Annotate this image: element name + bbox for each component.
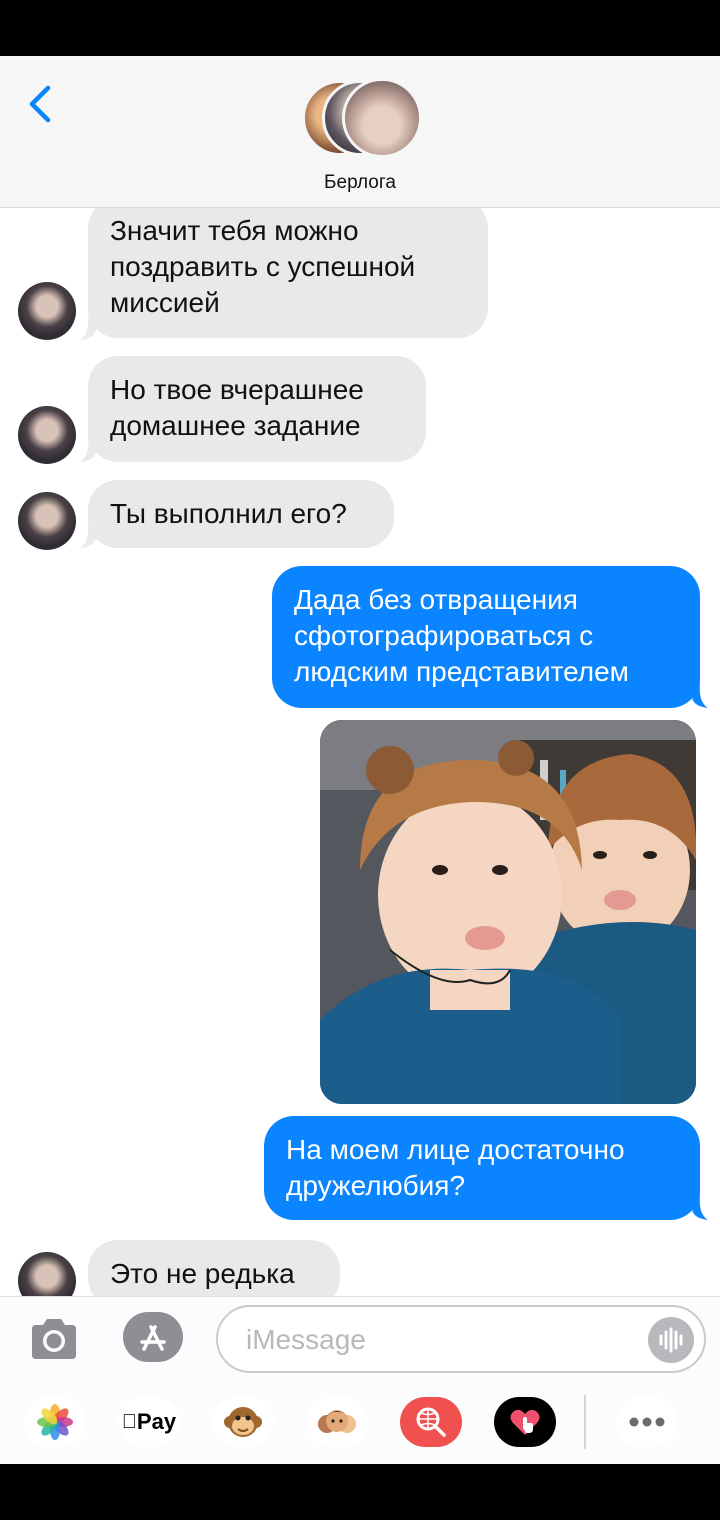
camera-button[interactable] [28,1317,80,1361]
messages-screen: Берлога Значит тебя можно поздравить с у… [0,56,720,1464]
message-line: домашнее задание [110,410,361,441]
apple-pay-button[interactable]:  Pay [118,1397,180,1447]
status-bar [0,0,720,56]
photos-icon [37,1404,73,1440]
message-line: На моем лице достаточно [286,1134,625,1165]
message-line: дружелюбия? [286,1170,466,1201]
heart-touch-icon [510,1409,540,1435]
message-line: Значит тебя можно [110,215,359,246]
waveform-icon [659,1327,683,1353]
message-composer:  Pay [0,1296,720,1464]
incoming-message[interactable]: Ты выполнил его? [88,480,394,548]
back-button[interactable] [22,82,62,126]
message-line: Это не редька [110,1258,295,1289]
digital-touch-button[interactable] [494,1397,556,1447]
bubble-tail [692,682,708,708]
message-line: Но твое вчерашнее [110,374,364,405]
message-line: Дада без отвращения [294,584,578,615]
message-line: сфотографироваться с [294,620,594,651]
search-images-icon [416,1407,446,1437]
more-icon [629,1417,665,1427]
more-apps-button[interactable] [616,1397,678,1447]
navigation-bar [0,1464,720,1520]
selfie-photo [320,720,696,1104]
incoming-message[interactable]: Но твое вчерашнее домашнее задание [88,356,426,462]
chevron-left-icon [29,85,51,123]
message-line: миссией [110,287,220,318]
apple-pay-label: Pay [129,1409,176,1434]
group-avatar-stack[interactable] [302,78,422,160]
sender-avatar[interactable] [18,282,76,340]
imessage-input[interactable] [246,1321,626,1359]
incoming-message[interactable]: Значит тебя можно поздравить с успешной … [88,198,488,338]
message-line: людским представителем [294,656,629,687]
audio-message-button[interactable] [648,1317,694,1363]
app-store-icon [123,1312,183,1362]
camera-icon [32,1319,76,1359]
sender-avatar[interactable] [18,492,76,550]
conversation-header: Берлога [0,56,720,208]
apple-logo-icon:  [122,1411,137,1434]
message-line: Ты выполнил его? [110,498,347,529]
tray-divider [584,1395,586,1449]
message-line: поздравить с успешной [110,251,416,282]
outgoing-message[interactable]: Дада без отвращения сфотографироваться с… [272,566,700,708]
sender-avatar[interactable] [18,406,76,464]
bubble-tail [692,1194,708,1220]
group-name[interactable]: Берлога [0,172,720,194]
monkey-icon [224,1407,262,1437]
outgoing-message[interactable]: На моем лице достаточно дружелюбия? [264,1116,700,1220]
memoji-stickers-button[interactable] [306,1397,368,1447]
app-drawer:  Pay [0,1389,720,1464]
app-store-button[interactable] [122,1311,184,1363]
animoji-button[interactable] [212,1397,274,1447]
avatar [342,78,422,158]
photo-attachment[interactable] [320,720,696,1104]
memoji-icon [318,1410,356,1433]
imessage-field-container [216,1305,706,1373]
photos-app-button[interactable] [24,1397,86,1447]
image-search-button[interactable] [400,1397,462,1447]
